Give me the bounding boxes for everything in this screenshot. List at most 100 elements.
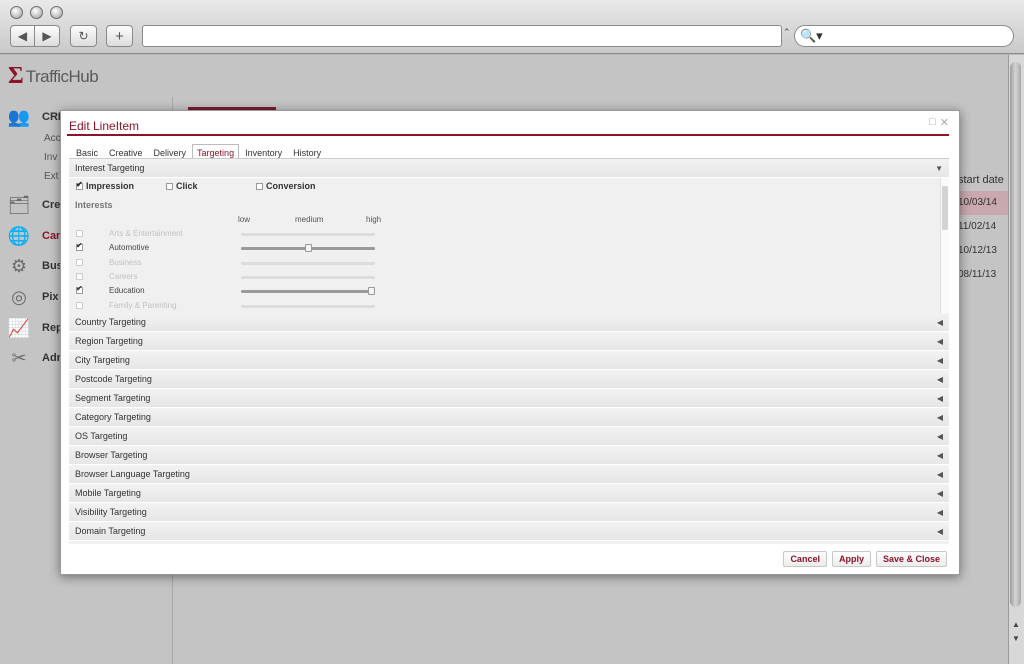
slider-handle[interactable] [368, 287, 375, 296]
sidebar-item-pixels[interactable]: ◎ Pix [6, 285, 58, 309]
people-icon: 👥 [7, 106, 31, 127]
collapsed-arrow-icon[interactable]: ◀ [937, 427, 943, 446]
sidebar-subitem[interactable]: Ext [44, 171, 58, 182]
expanded-arrow-icon[interactable]: ▼ [935, 159, 943, 178]
sidebar-item-business[interactable]: ⚙ Bus [6, 254, 63, 278]
section-title: Visibility Targeting [75, 507, 147, 517]
sidebar-item-creative[interactable]: 🗂 Cre [6, 193, 61, 217]
browser-toolbar: ◀ ▶ ↻ + ⌃ 🔍▾ [0, 0, 1024, 54]
window-zoom-dot[interactable] [50, 6, 63, 19]
collapsed-arrow-icon[interactable]: ◀ [937, 332, 943, 351]
interest-checkbox[interactable] [76, 241, 83, 252]
section-region-targeting[interactable]: Region Targeting ◀ [69, 332, 949, 351]
table-row[interactable]: 10/03/14 [955, 191, 1008, 215]
section-city-targeting[interactable]: City Targeting ◀ [69, 351, 949, 370]
browser-search-field[interactable]: 🔍▾ [794, 25, 1014, 47]
interest-row: Business [76, 256, 396, 270]
new-tab-button[interactable]: + [106, 25, 133, 47]
forward-button[interactable]: ▶ [34, 25, 60, 47]
back-button[interactable]: ◀ [10, 25, 35, 47]
url-dropdown-icon[interactable]: ⌃ [783, 27, 791, 38]
interest-label: Family & Parenting [109, 300, 177, 310]
collapsed-arrow-icon[interactable]: ◀ [937, 389, 943, 408]
interest-level-slider[interactable] [241, 287, 375, 296]
collapsed-arrow-icon[interactable]: ◀ [937, 484, 943, 503]
interest-level-slider[interactable] [241, 244, 375, 253]
mode-click[interactable]: Click [166, 181, 198, 191]
window-close-dot[interactable] [10, 6, 23, 19]
sidebar-item-crm[interactable]: 👥 CRM [6, 105, 67, 129]
mode-label: Click [176, 181, 198, 191]
apply-button[interactable]: Apply [831, 551, 871, 567]
interest-checkbox[interactable] [76, 258, 83, 266]
column-header-start-date[interactable]: start date [958, 174, 1004, 186]
interest-level-slider [241, 275, 375, 279]
interests-heading: Interests [75, 200, 113, 210]
sidebar-item-campaigns[interactable]: 🌐 Can [6, 224, 63, 248]
interest-checkbox[interactable] [76, 230, 83, 237]
scroll-down-icon[interactable]: ▼ [1010, 634, 1022, 643]
sidebar-item-admin[interactable]: ✂ Adr [6, 346, 61, 370]
section-interest-targeting[interactable]: Interest Targeting ▼ [69, 159, 949, 178]
interests-scrollbar[interactable] [940, 178, 949, 313]
sidebar-subitem[interactable]: Inv [44, 152, 57, 163]
scale-high-label: high [366, 215, 382, 224]
section-country-targeting[interactable]: Country Targeting ◀ [69, 313, 949, 332]
collapsed-arrow-icon[interactable]: ◀ [937, 351, 943, 370]
collapsed-arrow-icon[interactable]: ◀ [937, 503, 943, 522]
collapsed-arrow-icon[interactable]: ◀ [937, 370, 943, 389]
sidebar-item-label: Adr [42, 352, 61, 364]
window-minimize-dot[interactable] [30, 6, 43, 19]
section-domain-targeting[interactable]: Domain Targeting ◀ [69, 522, 949, 541]
section-browser-language-targeting[interactable]: Browser Language Targeting ◀ [69, 465, 949, 484]
interest-level-slider [241, 233, 375, 236]
mode-impression[interactable]: Impression [76, 180, 134, 191]
section-visibility-targeting[interactable]: Visibility Targeting ◀ [69, 503, 949, 522]
back-icon: ◀ [17, 29, 28, 43]
save-and-close-button[interactable]: Save & Close [875, 551, 947, 567]
interest-label: Business [109, 257, 142, 267]
section-title: Browser Language Targeting [75, 469, 190, 479]
collapsed-arrow-icon[interactable]: ◀ [937, 465, 943, 484]
address-bar[interactable] [142, 25, 782, 47]
interest-checkbox[interactable] [76, 272, 83, 280]
section-postcode-targeting[interactable]: Postcode Targeting ◀ [69, 370, 949, 389]
collapsed-arrow-icon[interactable]: ◀ [937, 522, 943, 541]
page-scrollbar-thumb[interactable] [1010, 62, 1021, 607]
collapsed-arrow-icon[interactable]: ◀ [937, 408, 943, 427]
mode-conversion[interactable]: Conversion [256, 181, 316, 191]
table-row[interactable]: 11/02/14 [955, 215, 1008, 239]
sidebar-item-label: Cre [42, 199, 61, 211]
interest-label: Arts & Entertainment [109, 229, 183, 238]
section-browser-targeting[interactable]: Browser Targeting ◀ [69, 446, 949, 465]
conversion-checkbox[interactable] [256, 182, 263, 190]
table-row[interactable]: 10/12/13 [955, 239, 1008, 263]
maximize-icon[interactable]: □ [929, 116, 936, 129]
cancel-button[interactable]: Cancel [783, 551, 827, 567]
slider-handle[interactable] [304, 244, 312, 253]
table-row[interactable]: 08/11/13 [955, 263, 1008, 287]
collapsed-arrow-icon[interactable]: ◀ [937, 446, 943, 465]
section-os-targeting[interactable]: OS Targeting ◀ [69, 427, 949, 446]
section-title: OS Targeting [75, 431, 128, 441]
sidebar-item-reports[interactable]: 📈 Rep [6, 316, 63, 340]
section-mobile-targeting[interactable]: Mobile Targeting ◀ [69, 484, 949, 503]
close-icon[interactable]: ✕ [940, 116, 949, 129]
section-title: Domain Targeting [75, 526, 146, 536]
interests-scrollbar-thumb[interactable] [942, 186, 948, 230]
interest-targeting-body: Impression Click Conversion Interests lo… [69, 178, 949, 313]
interest-checkbox[interactable] [76, 284, 83, 295]
section-title: Segment Targeting [75, 393, 151, 403]
section-segment-targeting[interactable]: Segment Targeting ◀ [69, 389, 949, 408]
collapsed-arrow-icon[interactable]: ◀ [937, 313, 943, 332]
reload-button[interactable]: ↻ [70, 25, 97, 47]
logo: Σ TrafficHub [8, 63, 99, 90]
interest-label: Automotive [109, 243, 150, 253]
interest-checkbox[interactable] [76, 301, 83, 309]
dialog-title-rule [67, 134, 949, 136]
section-category-targeting[interactable]: Category Targeting ◀ [69, 408, 949, 427]
click-checkbox[interactable] [166, 182, 173, 190]
scroll-up-icon[interactable]: ▲ [1010, 620, 1022, 629]
impression-checkbox[interactable] [76, 180, 83, 190]
sidebar-subitem[interactable]: Acc [44, 133, 61, 144]
